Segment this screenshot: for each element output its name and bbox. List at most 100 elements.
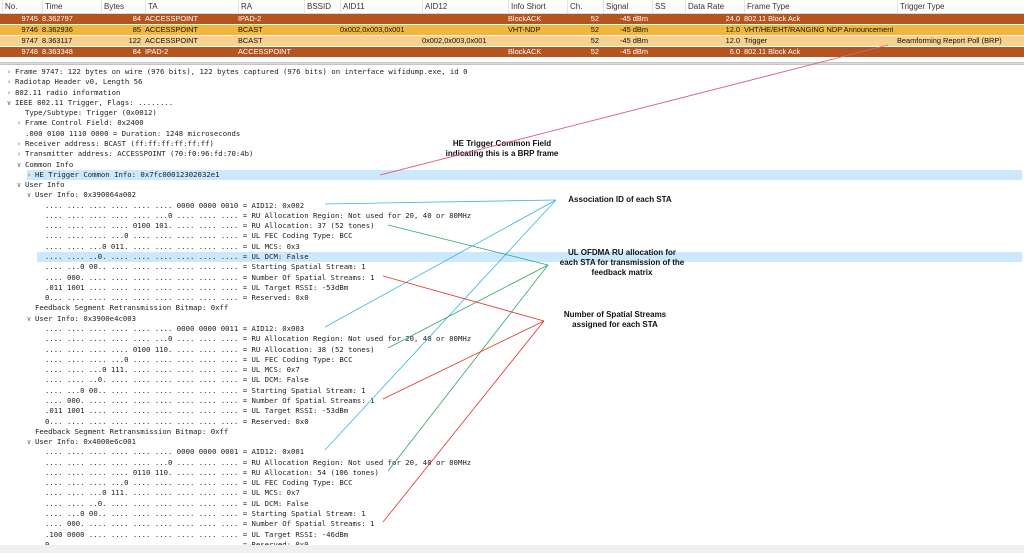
tree-item[interactable]: ∨ User Info: 0x390064a002 — [0, 190, 1024, 200]
tree-item[interactable]: ∨ User Info: 0x3900e4c003 — [0, 314, 1024, 324]
tree-item[interactable]: ∨ Common Info — [0, 160, 1024, 170]
tree-item[interactable]: .... 000. .... .... .... .... .... .... … — [0, 273, 1024, 283]
tree-item[interactable]: Feedback Segment Retransmission Bitmap: … — [0, 303, 1024, 313]
column-header-bssid[interactable]: BSSID — [304, 0, 340, 13]
chevron-down-icon[interactable]: ∨ — [15, 180, 23, 190]
tree-item-label: .... ...0 00.. .... .... .... .... .... … — [45, 509, 366, 519]
tree-item-label: 0... .... .... .... .... .... .... .... … — [45, 416, 309, 426]
tree-item[interactable]: .... .... .... .... .... .... 0000 0000 … — [0, 201, 1024, 211]
tree-item[interactable]: .... .... ...0 111. .... .... .... .... … — [0, 488, 1024, 498]
tree-item[interactable]: .... .... .... ...0 .... .... .... .... … — [0, 355, 1024, 365]
tree-item[interactable]: › Radiotap Header v0, Length 56 — [0, 77, 1024, 87]
column-header-aid12[interactable]: AID12 — [422, 0, 508, 13]
column-header-ta[interactable]: TA — [145, 0, 238, 13]
packet-cell-data-rate: 12.0 — [725, 36, 740, 45]
column-header-no[interactable]: No. — [2, 0, 42, 13]
tree-item[interactable]: › Frame 9747: 122 bytes on wire (976 bits… — [0, 67, 1024, 77]
chevron-right-icon[interactable]: › — [5, 77, 13, 87]
column-header-ch[interactable]: Ch. — [567, 0, 603, 13]
tree-item[interactable]: 0... .... .... .... .... .... .... .... … — [0, 293, 1024, 303]
tree-item[interactable]: .... .... .... ...0 .... .... .... .... … — [0, 478, 1024, 488]
tree-item[interactable]: ∨ User Info: 0x4000e6c001 — [0, 437, 1024, 447]
column-header-info-short[interactable]: Info Short — [508, 0, 567, 13]
packet-row[interactable]: 9747 8.363117 122 ACCESSPOINT BCAST 0x002,0x0… — [0, 36, 1024, 46]
tree-item-label: .... ...0 00.. .... .... .... .... .... … — [45, 385, 366, 395]
tree-item-label: .... .... .... ...0 .... .... .... .... … — [45, 354, 353, 364]
packet-cell-signal: -45 dBm — [620, 14, 648, 23]
column-header-trigger-type[interactable]: Trigger Type — [897, 0, 1024, 13]
tree-item[interactable]: 0... .... .... .... .... .... .... .... … — [0, 417, 1024, 427]
chevron-right-icon[interactable]: › — [15, 149, 23, 159]
tree-item[interactable]: .... .... .... .... 0100 110. .... .... … — [0, 345, 1024, 355]
tree-item[interactable]: .100 0000 .... .... .... .... .... .... … — [0, 530, 1024, 540]
tree-item[interactable]: .... .... ..0. .... .... .... .... .... … — [0, 375, 1024, 385]
column-header-ss[interactable]: SS — [652, 0, 685, 13]
column-header-bytes[interactable]: Bytes — [101, 0, 145, 13]
tree-item[interactable]: .... .... .... .... .... ...0 .... .... … — [0, 458, 1024, 468]
chevron-down-icon[interactable]: ∨ — [25, 437, 33, 447]
packet-cell-no: 9748 — [21, 47, 38, 56]
tree-item[interactable]: .... .... .... .... .... ...0 .... .... … — [0, 334, 1024, 344]
tree-item[interactable]: › Frame Control Field: 0x2400 — [0, 118, 1024, 128]
packet-row[interactable]: 9748 8.363348 84 IPAD-2 ACCESSPOINT BlockACK 5… — [0, 47, 1024, 57]
tree-item[interactable]: .... .... ..0. .... .... .... .... .... … — [37, 252, 1022, 263]
horizontal-scrollbar[interactable] — [0, 545, 1024, 553]
tree-item[interactable]: Feedback Segment Retransmission Bitmap: … — [0, 427, 1024, 437]
chevron-down-icon[interactable]: ∨ — [15, 160, 23, 170]
tree-item-label: .... .... .... .... .... .... 0000 0000 … — [45, 200, 305, 210]
tree-item[interactable]: .... .... ..0. .... .... .... .... .... … — [0, 499, 1024, 509]
tree-item[interactable]: .... 000. .... .... .... .... .... .... … — [0, 519, 1024, 529]
chevron-right-icon[interactable]: › — [25, 170, 33, 180]
tree-item-label: Frame 9747: 122 bytes on wire (976 bits)… — [15, 67, 468, 76]
packet-cell-info-short: BlockACK — [508, 14, 542, 23]
tree-item[interactable]: ∨ IEEE 802.11 Trigger, Flags: ........ — [0, 98, 1024, 108]
chevron-down-icon[interactable]: ∨ — [25, 314, 33, 324]
packet-cell-ta: ACCESSPOINT — [145, 25, 198, 34]
packet-cell-bssid — [304, 47, 336, 57]
tree-item[interactable]: .... .... ...0 111. .... .... .... .... … — [0, 365, 1024, 375]
column-header-signal[interactable]: Signal — [603, 0, 652, 13]
packet-row[interactable]: 9746 8.362936 85 ACCESSPOINT BCAST 0x002,0x00… — [0, 25, 1024, 35]
tree-item-label: .... .... .... .... 0100 110. .... .... … — [45, 344, 375, 354]
tree-item[interactable]: .... .... ...0 011. .... .... .... .... … — [0, 242, 1024, 252]
tree-item-label: .000 0100 1110 0000 = Duration: 1248 mic… — [25, 128, 241, 138]
tree-item[interactable]: ∨ User Info — [0, 180, 1024, 190]
tree-item[interactable]: .... .... .... .... .... .... 0000 0000 … — [0, 447, 1024, 457]
chevron-right-icon[interactable]: › — [5, 88, 13, 98]
tree-item[interactable]: .... ...0 00.. .... .... .... .... .... … — [0, 262, 1024, 272]
tree-item[interactable]: .... .... .... .... 0100 101. .... .... … — [0, 221, 1024, 231]
chevron-down-icon[interactable]: ∨ — [25, 190, 33, 200]
tree-item[interactable]: .... 000. .... .... .... .... .... .... … — [0, 396, 1024, 406]
tree-item[interactable]: › 802.11 radio information — [0, 88, 1024, 98]
tree-item-label: .... 000. .... .... .... .... .... .... … — [45, 272, 375, 282]
tree-item[interactable]: .... .... .... ...0 .... .... .... .... … — [0, 231, 1024, 241]
tree-item-label: .... ...0 00.. .... .... .... .... .... … — [45, 262, 366, 272]
column-header-ra[interactable]: RA — [238, 0, 304, 13]
column-header-time[interactable]: Time — [42, 0, 101, 13]
chevron-right-icon[interactable]: › — [5, 67, 13, 77]
chevron-down-icon[interactable]: ∨ — [5, 98, 13, 108]
tree-item[interactable]: .... ...0 00.. .... .... .... .... .... … — [0, 509, 1024, 519]
packet-cell-no: 9746 — [21, 25, 38, 34]
column-header-frame-type[interactable]: Frame Type — [744, 0, 897, 13]
tree-item[interactable]: .... .... .... .... .... ...0 .... .... … — [0, 211, 1024, 221]
tree-item[interactable]: .... .... .... .... .... .... 0000 0000 … — [0, 324, 1024, 334]
chevron-right-icon[interactable]: › — [15, 118, 23, 128]
packet-cell-trigger-type — [897, 25, 1020, 35]
tree-item[interactable]: .... .... .... .... 0110 110. .... .... … — [0, 468, 1024, 478]
tree-item[interactable]: .011 1001 .... .... .... .... .... .... … — [0, 283, 1024, 293]
packet-cell-frame-type: Trigger — [744, 36, 768, 45]
packet-cell-frame-type: 802.11 Block Ack — [744, 47, 801, 56]
packet-cell-aid12: 0x002,0x003,0x001 — [422, 36, 487, 45]
tree-item[interactable]: .000 0100 1110 0000 = Duration: 1248 mic… — [0, 129, 1024, 139]
packet-list[interactable]: No. Time Bytes TA RA BSSID AID11 AID12 Info Shor… — [0, 0, 1024, 62]
chevron-right-icon[interactable]: › — [15, 139, 23, 149]
tree-item[interactable]: › HE Trigger Common Info: 0x7fc0001230203… — [25, 169, 1022, 181]
column-header-aid11[interactable]: AID11 — [340, 0, 422, 13]
tree-item[interactable]: Type/Subtype: Trigger (0x0012) — [0, 108, 1024, 118]
packet-row[interactable]: 9745 8.362797 84 ACCESSPOINT IPAD-2 BlockACK 5… — [0, 14, 1024, 24]
tree-item[interactable]: .... ...0 00.. .... .... .... .... .... … — [0, 386, 1024, 396]
packet-cell-ss — [652, 36, 681, 46]
tree-item[interactable]: .011 1001 .... .... .... .... .... .... … — [0, 406, 1024, 416]
column-header-data-rate[interactable]: Data Rate — [685, 0, 744, 13]
